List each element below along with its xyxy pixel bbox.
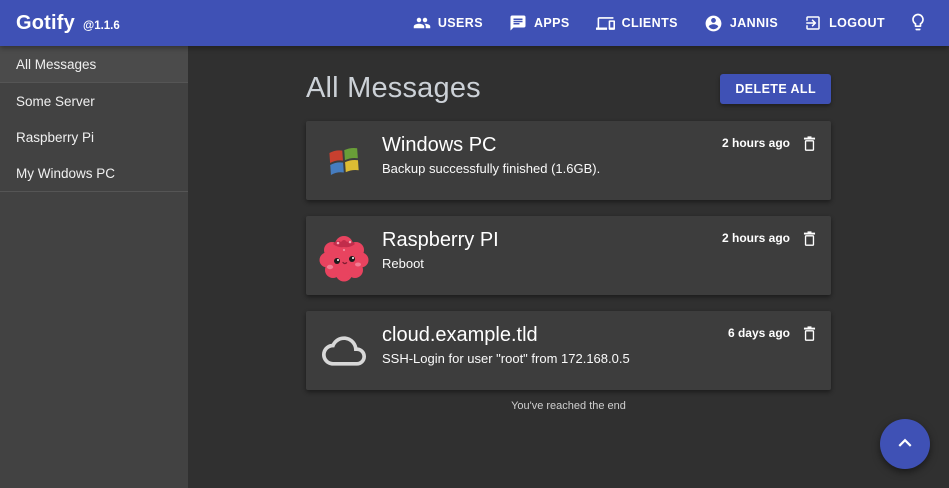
top-navbar: Gotify @1.1.6 USERS APPS CLIENTS JANNIS: [0, 0, 949, 46]
sidebar-item-all-messages[interactable]: All Messages: [0, 46, 188, 82]
windows-logo-icon: [306, 121, 382, 200]
lightbulb-icon: [908, 12, 928, 35]
message-card: Raspberry PI Reboot 2 hours ago: [306, 216, 831, 295]
sidebar-item-my-windows-pc[interactable]: My Windows PC: [0, 155, 188, 191]
sidebar-item-label: Raspberry Pi: [16, 130, 94, 145]
nav-users-label: USERS: [438, 16, 483, 30]
main-content: All Messages DELETE ALL Windows PC Backu…: [188, 46, 949, 488]
nav-account-label: JANNIS: [730, 16, 778, 30]
message-timestamp: 2 hours ago: [722, 134, 790, 153]
sidebar-item-label: All Messages: [16, 57, 96, 72]
logout-icon: [804, 14, 822, 32]
users-icon: [413, 14, 431, 32]
sidebar: All Messages Some Server Raspberry Pi My…: [0, 46, 188, 488]
sidebar-item-raspberry-pi[interactable]: Raspberry Pi: [0, 119, 188, 155]
delete-message-button[interactable]: [800, 229, 819, 251]
delete-message-button[interactable]: [800, 134, 819, 156]
message-body: SSH-Login for user "root" from 172.168.0…: [382, 351, 630, 366]
sidebar-item-some-server[interactable]: Some Server: [0, 83, 188, 119]
nav-logout-label: LOGOUT: [829, 16, 885, 30]
delete-message-button[interactable]: [800, 324, 819, 346]
nav-account-button[interactable]: JANNIS: [691, 0, 791, 46]
navbar-menu: USERS APPS CLIENTS JANNIS LOGOUT: [400, 0, 949, 46]
brand[interactable]: Gotify @1.1.6: [0, 12, 120, 35]
message-title: Raspberry PI: [382, 229, 499, 252]
message-body: Reboot: [382, 256, 499, 271]
trash-icon: [800, 324, 819, 346]
end-of-list-text: You've reached the end: [306, 400, 831, 412]
nav-apps-label: APPS: [534, 16, 570, 30]
trash-icon: [800, 229, 819, 251]
message-title: cloud.example.tld: [382, 324, 630, 347]
delete-all-button[interactable]: DELETE ALL: [720, 74, 831, 104]
chevron-up-icon: [892, 430, 918, 459]
devices-icon: [596, 14, 615, 33]
message-card: cloud.example.tld SSH-Login for user "ro…: [306, 311, 831, 390]
message-body: Backup successfully finished (1.6GB).: [382, 161, 600, 176]
sidebar-item-label: Some Server: [16, 94, 95, 109]
trash-icon: [800, 134, 819, 156]
nav-logout-button[interactable]: LOGOUT: [791, 0, 898, 46]
sidebar-divider: [0, 191, 188, 192]
nav-users-button[interactable]: USERS: [400, 0, 496, 46]
message-timestamp: 6 days ago: [728, 324, 790, 343]
raspberry-logo-icon: [306, 216, 382, 295]
message-title: Windows PC: [382, 134, 600, 157]
nav-clients-label: CLIENTS: [622, 16, 678, 30]
app-version: @1.1.6: [83, 20, 120, 32]
app-title: Gotify: [16, 12, 75, 35]
scroll-to-top-button[interactable]: [880, 419, 930, 469]
sidebar-item-label: My Windows PC: [16, 166, 115, 181]
nav-apps-button[interactable]: APPS: [496, 0, 583, 46]
theme-toggle-button[interactable]: [898, 0, 943, 46]
page-title: All Messages: [306, 72, 481, 105]
message-card: Windows PC Backup successfully finished …: [306, 121, 831, 200]
nav-clients-button[interactable]: CLIENTS: [583, 0, 691, 46]
account-circle-icon: [704, 14, 723, 33]
cloud-logo-icon: [306, 311, 382, 390]
message-timestamp: 2 hours ago: [722, 229, 790, 248]
chat-icon: [509, 14, 527, 32]
